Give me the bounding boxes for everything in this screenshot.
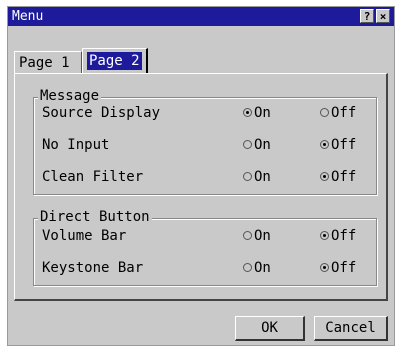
radio-label: On [254,228,271,244]
radio-unchecked-icon [243,139,252,149]
direct-button-group: Direct Button Volume Bar On Off Keystone… [33,209,380,286]
radio-checked-icon [320,230,329,240]
no-input-on-radio[interactable]: On [243,135,303,155]
radio-label: Off [331,137,357,153]
radio-unchecked-icon [243,230,252,240]
radio-checked-icon [320,171,329,181]
radio-label: On [254,137,271,153]
radio-label: Off [331,169,357,185]
title-bar: Menu ? × [8,7,394,26]
no-input-label: No Input [42,137,110,153]
tab-page-1[interactable]: Page 1 [14,51,82,73]
radio-label: On [254,105,271,121]
tab-page-2[interactable]: Page 2 [82,48,148,73]
radio-label: Off [331,105,357,121]
radio-unchecked-icon [320,107,329,117]
source-display-off-radio[interactable]: Off [320,103,380,123]
radio-label: Off [331,260,357,276]
volume-bar-on-radio[interactable]: On [243,226,303,246]
no-input-off-radio[interactable]: Off [320,135,380,155]
volume-bar-off-radio[interactable]: Off [320,226,380,246]
window-title: Menu [12,9,44,24]
source-display-on-radio[interactable]: On [243,103,303,123]
ok-button[interactable]: OK [235,316,305,341]
direct-button-group-title: Direct Button [38,209,152,225]
cancel-button[interactable]: Cancel [314,316,388,341]
tab-panel: Message Source Display On Off No Input O… [14,73,388,301]
radio-checked-icon [320,262,329,272]
message-group-title: Message [38,88,102,104]
radio-checked-icon [243,107,252,117]
radio-checked-icon [320,139,329,149]
menu-window: Menu ? × Page 1 Page 2 Message Source Di… [7,6,395,346]
help-button[interactable]: ? [360,9,374,23]
tab-page-2-label: Page 2 [87,52,142,70]
keystone-bar-off-radio[interactable]: Off [320,258,380,278]
keystone-bar-label: Keystone Bar [42,260,144,276]
radio-unchecked-icon [243,262,252,272]
clean-filter-on-radio[interactable]: On [243,167,303,187]
radio-label: On [254,260,271,276]
radio-label: Off [331,228,357,244]
keystone-bar-on-radio[interactable]: On [243,258,303,278]
close-button[interactable]: × [376,9,390,23]
clean-filter-off-radio[interactable]: Off [320,167,380,187]
clean-filter-label: Clean Filter [42,169,144,185]
source-display-label: Source Display [42,105,161,121]
message-group: Message Source Display On Off No Input O… [33,88,380,195]
radio-label: On [254,169,271,185]
radio-unchecked-icon [243,171,252,181]
volume-bar-label: Volume Bar [42,228,127,244]
